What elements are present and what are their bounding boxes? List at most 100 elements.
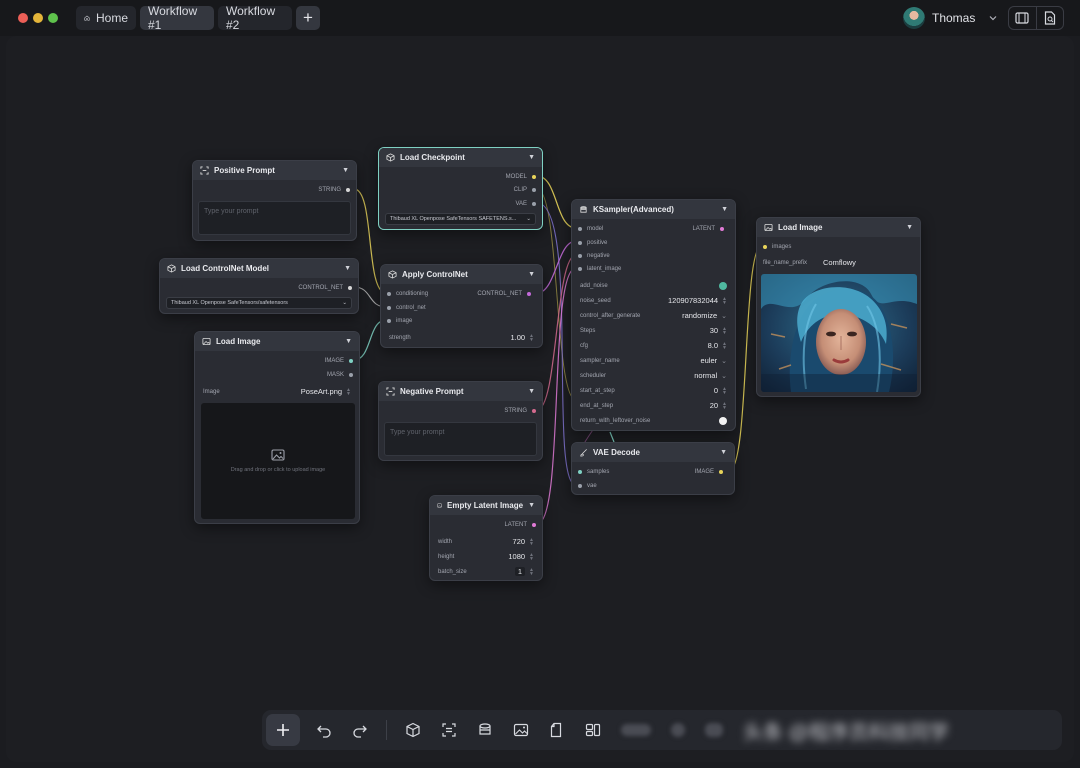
- start-at-step-field[interactable]: start_at_step 0 ▲ ▼: [578, 384, 729, 397]
- output-port[interactable]: [346, 188, 350, 192]
- output-port[interactable]: [527, 292, 531, 296]
- node-header[interactable]: Positive Prompt ▼: [193, 161, 356, 180]
- output-port[interactable]: [532, 409, 536, 413]
- sampler-node-button[interactable]: [467, 714, 503, 746]
- node-vae-decode[interactable]: VAE Decode ▼ samples IMAGE vae: [571, 442, 735, 495]
- node-load-controlnet-model[interactable]: Load ControlNet Model ▼ CONTROL_NET Thib…: [159, 258, 359, 314]
- node-ksampler-advanced[interactable]: KSampler(Advanced) ▼ model LATENT positiv…: [571, 199, 736, 431]
- add-tab-button[interactable]: +: [296, 6, 320, 30]
- input-port[interactable]: [578, 484, 582, 488]
- model-node-button[interactable]: [395, 714, 431, 746]
- input-port[interactable]: [387, 292, 391, 296]
- return-with-leftover-noise-toggle[interactable]: return_with_leftover_noise: [578, 414, 729, 427]
- undo-button[interactable]: [306, 714, 342, 746]
- node-header[interactable]: Load Checkpoint ▼: [379, 148, 542, 167]
- output-port[interactable]: [532, 188, 536, 192]
- tab-home[interactable]: Home: [76, 6, 136, 30]
- input-negative[interactable]: negative: [572, 250, 735, 262]
- caret-down-icon[interactable]: ▼: [720, 449, 727, 456]
- output-port[interactable]: [532, 523, 536, 527]
- input-image[interactable]: image: [381, 315, 542, 327]
- layout-node-button[interactable]: [575, 714, 611, 746]
- image-file-field[interactable]: Image PoseArt.png ▲ ▼: [201, 385, 353, 398]
- node-header[interactable]: Negative Prompt ▼: [379, 382, 542, 401]
- scheduler-field[interactable]: scheduler normal ⌄: [578, 369, 729, 382]
- node-apply-controlnet[interactable]: Apply ControlNet ▼ conditioning CONTROL_N…: [380, 264, 543, 348]
- input-control-net[interactable]: control_net: [381, 302, 542, 314]
- prompt-input[interactable]: Type your prompt: [384, 422, 537, 456]
- output-port[interactable]: [348, 286, 352, 290]
- caret-down-icon[interactable]: ▼: [528, 271, 535, 278]
- close-window-button[interactable]: [18, 13, 28, 23]
- caret-down-icon[interactable]: ▼: [344, 265, 351, 272]
- input-port[interactable]: [578, 470, 582, 474]
- output-string[interactable]: STRING: [193, 184, 356, 196]
- prompt-input[interactable]: Type your prompt: [198, 201, 351, 235]
- input-model[interactable]: model LATENT: [572, 223, 735, 235]
- cfg-field[interactable]: cfg 8.0 ▲ ▼: [578, 339, 729, 352]
- input-port[interactable]: [578, 227, 582, 231]
- input-positive[interactable]: positive: [572, 237, 735, 249]
- field-value[interactable]: 1: [514, 567, 526, 576]
- input-port[interactable]: [387, 306, 391, 310]
- output-port[interactable]: [532, 175, 536, 179]
- caret-down-icon[interactable]: ▼: [906, 224, 913, 231]
- height-field[interactable]: height 1080 ▲ ▼: [436, 550, 536, 563]
- node-header[interactable]: Load Image ▼: [195, 332, 359, 351]
- caret-down-icon[interactable]: ▼: [528, 154, 535, 161]
- node-load-image-right[interactable]: Load Image ▼ images file_name_prefix Comf…: [756, 217, 921, 397]
- document-search-icon[interactable]: [1035, 7, 1064, 29]
- input-port[interactable]: [387, 319, 391, 323]
- batch-size-field[interactable]: batch_size 1 ▲ ▼: [436, 565, 536, 578]
- toggle-on-icon[interactable]: [719, 281, 727, 290]
- input-latent-image[interactable]: latent_image: [572, 263, 735, 275]
- controlnet-model-select[interactable]: Thibaud XL Openpose SafeTensors/safetens…: [166, 297, 352, 309]
- output-latent[interactable]: LATENT: [430, 519, 542, 531]
- redo-button[interactable]: [342, 714, 378, 746]
- output-clip[interactable]: CLIP: [379, 184, 542, 196]
- caret-down-icon[interactable]: ▼: [528, 502, 535, 509]
- maximize-window-button[interactable]: [48, 13, 58, 23]
- add-noise-toggle[interactable]: add_noise: [578, 279, 729, 292]
- node-header[interactable]: Load Image ▼: [757, 218, 920, 237]
- node-header[interactable]: Load ControlNet Model ▼: [160, 259, 358, 278]
- node-negative-prompt[interactable]: Negative Prompt ▼ STRING Type your promp…: [378, 381, 543, 461]
- tab-workflow-1[interactable]: Workflow #1: [140, 4, 214, 32]
- tab-workflow-2[interactable]: Workflow #2: [218, 4, 292, 32]
- user-menu[interactable]: Thomas: [903, 6, 998, 30]
- sampler-name-field[interactable]: sampler_name euler ⌄: [578, 354, 729, 367]
- output-string[interactable]: STRING: [379, 405, 542, 417]
- input-samples[interactable]: samples IMAGE: [572, 466, 734, 478]
- width-field[interactable]: width 720 ▲ ▼: [436, 535, 536, 548]
- steps-field[interactable]: Steps 30 ▲ ▼: [578, 324, 729, 337]
- strength-field[interactable]: strength 1.00 ▲ ▼: [387, 331, 536, 344]
- control-after-generate-field[interactable]: control_after_generate randomize ⌄: [578, 309, 729, 322]
- caret-down-icon[interactable]: ▼: [345, 338, 352, 345]
- output-port[interactable]: [719, 470, 723, 474]
- node-header[interactable]: VAE Decode ▼: [572, 443, 734, 462]
- output-image[interactable]: IMAGE: [195, 355, 359, 367]
- output-model[interactable]: MODEL: [379, 171, 542, 183]
- input-vae[interactable]: vae: [572, 480, 734, 492]
- input-port[interactable]: [578, 254, 582, 258]
- node-load-checkpoint[interactable]: Load Checkpoint ▼ MODEL CLIP VAE Thibaud…: [378, 147, 543, 230]
- input-port[interactable]: [763, 245, 767, 249]
- toggle-off-icon[interactable]: [719, 416, 727, 425]
- image-upload-dropzone[interactable]: Drag and drop or click to upload image: [201, 403, 355, 519]
- output-port[interactable]: [349, 359, 353, 363]
- file-name-prefix-field[interactable]: file_name_prefix Comflowy: [761, 256, 914, 269]
- node-positive-prompt[interactable]: Positive Prompt ▼ STRING Type your promp…: [192, 160, 357, 241]
- input-port[interactable]: [578, 267, 582, 271]
- caret-down-icon[interactable]: ▼: [342, 167, 349, 174]
- file-node-button[interactable]: [539, 714, 575, 746]
- node-header[interactable]: Empty Latent Image ▼: [430, 496, 542, 515]
- node-empty-latent-image[interactable]: Empty Latent Image ▼ LATENT width 720 ▲ ▼ h…: [429, 495, 543, 581]
- image-node-button[interactable]: [503, 714, 539, 746]
- film-icon[interactable]: [1009, 7, 1036, 29]
- noise-seed-field[interactable]: noise_seed 120907832044 ▲ ▼: [578, 294, 729, 307]
- output-mask[interactable]: MASK: [195, 369, 359, 381]
- node-header[interactable]: Apply ControlNet ▼: [381, 265, 542, 284]
- output-port[interactable]: [720, 227, 724, 231]
- caret-down-icon[interactable]: ▼: [721, 206, 728, 213]
- input-conditioning[interactable]: conditioning CONTROL_NET: [381, 288, 542, 300]
